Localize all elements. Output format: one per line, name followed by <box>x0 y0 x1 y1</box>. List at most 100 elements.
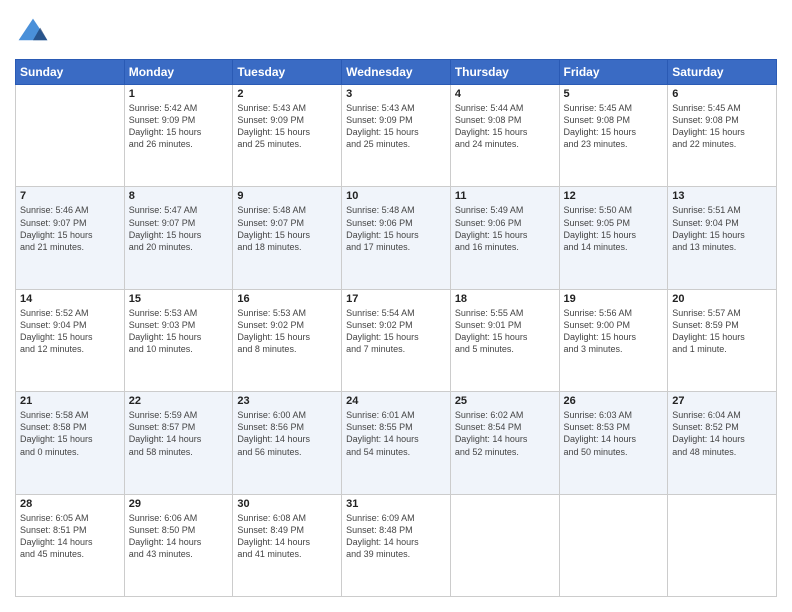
cell-text: Sunrise: 6:09 AM Sunset: 8:48 PM Dayligh… <box>346 512 446 561</box>
day-number: 9 <box>237 190 337 202</box>
day-number: 25 <box>455 395 555 407</box>
cell-text: Sunrise: 5:55 AM Sunset: 9:01 PM Dayligh… <box>455 307 555 356</box>
cell-text: Sunrise: 5:52 AM Sunset: 9:04 PM Dayligh… <box>20 307 120 356</box>
calendar-cell: 3 Sunrise: 5:43 AM Sunset: 9:09 PM Daylig… <box>342 85 451 187</box>
day-number: 30 <box>237 498 337 510</box>
calendar-cell: 27Sunrise: 6:04 AM Sunset: 8:52 PM Dayli… <box>668 392 777 494</box>
header-cell-friday: Friday <box>559 60 668 85</box>
calendar-cell <box>559 494 668 596</box>
day-number: 22 <box>129 395 229 407</box>
day-number: 29 <box>129 498 229 510</box>
day-number: 18 <box>455 293 555 305</box>
header-row: SundayMondayTuesdayWednesdayThursdayFrid… <box>16 60 777 85</box>
calendar-cell: 17 Sunrise: 5:54 AM Sunset: 9:02 PM Dayli… <box>342 289 451 391</box>
calendar-cell: 19 Sunrise: 5:56 AM Sunset: 9:00 PM Dayli… <box>559 289 668 391</box>
day-number: 21 <box>20 395 120 407</box>
calendar-cell: 11 Sunrise: 5:49 AM Sunset: 9:06 PM Dayli… <box>450 187 559 289</box>
header-cell-thursday: Thursday <box>450 60 559 85</box>
calendar-cell: 5 Sunrise: 5:45 AM Sunset: 9:08 PM Daylig… <box>559 85 668 187</box>
cell-text: Sunrise: 5:59 AM Sunset: 8:57 PM Dayligh… <box>129 409 229 458</box>
calendar-cell <box>16 85 125 187</box>
calendar-cell <box>450 494 559 596</box>
calendar-cell: 30 Sunrise: 6:08 AM Sunset: 8:49 PM Dayli… <box>233 494 342 596</box>
day-number: 4 <box>455 88 555 100</box>
calendar-cell <box>668 494 777 596</box>
day-number: 6 <box>672 88 772 100</box>
week-row-2: 14 Sunrise: 5:52 AM Sunset: 9:04 PM Dayli… <box>16 289 777 391</box>
calendar-cell: 4 Sunrise: 5:44 AM Sunset: 9:08 PM Daylig… <box>450 85 559 187</box>
cell-text: Sunrise: 5:46 AM Sunset: 9:07 PM Dayligh… <box>20 204 120 253</box>
week-row-0: 1Sunrise: 5:42 AM Sunset: 9:09 PM Daylig… <box>16 85 777 187</box>
cell-text: Sunrise: 5:54 AM Sunset: 9:02 PM Dayligh… <box>346 307 446 356</box>
day-number: 31 <box>346 498 446 510</box>
day-number: 28 <box>20 498 120 510</box>
cell-text: Sunrise: 5:50 AM Sunset: 9:05 PM Dayligh… <box>564 204 664 253</box>
logo <box>15 15 57 51</box>
day-number: 3 <box>346 88 446 100</box>
day-number: 11 <box>455 190 555 202</box>
calendar-cell: 6 Sunrise: 5:45 AM Sunset: 9:08 PM Daylig… <box>668 85 777 187</box>
calendar-cell: 8 Sunrise: 5:47 AM Sunset: 9:07 PM Daylig… <box>124 187 233 289</box>
day-number: 12 <box>564 190 664 202</box>
calendar-cell: 2 Sunrise: 5:43 AM Sunset: 9:09 PM Daylig… <box>233 85 342 187</box>
cell-text: Sunrise: 5:53 AM Sunset: 9:02 PM Dayligh… <box>237 307 337 356</box>
cell-text: Sunrise: 5:48 AM Sunset: 9:07 PM Dayligh… <box>237 204 337 253</box>
week-row-4: 28 Sunrise: 6:05 AM Sunset: 8:51 PM Dayli… <box>16 494 777 596</box>
day-number: 24 <box>346 395 446 407</box>
cell-text: Sunrise: 6:05 AM Sunset: 8:51 PM Dayligh… <box>20 512 120 561</box>
calendar-cell: 26Sunrise: 6:03 AM Sunset: 8:53 PM Dayli… <box>559 392 668 494</box>
cell-text: Sunrise: 5:53 AM Sunset: 9:03 PM Dayligh… <box>129 307 229 356</box>
calendar-cell: 9 Sunrise: 5:48 AM Sunset: 9:07 PM Daylig… <box>233 187 342 289</box>
day-number: 1 <box>129 88 229 100</box>
calendar-cell: 25 Sunrise: 6:02 AM Sunset: 8:54 PM Dayli… <box>450 392 559 494</box>
day-number: 15 <box>129 293 229 305</box>
calendar-cell: 14 Sunrise: 5:52 AM Sunset: 9:04 PM Dayli… <box>16 289 125 391</box>
calendar-cell: 22 Sunrise: 5:59 AM Sunset: 8:57 PM Dayli… <box>124 392 233 494</box>
day-number: 8 <box>129 190 229 202</box>
calendar-cell: 28 Sunrise: 6:05 AM Sunset: 8:51 PM Dayli… <box>16 494 125 596</box>
day-number: 10 <box>346 190 446 202</box>
cell-text: Sunrise: 5:45 AM Sunset: 9:08 PM Dayligh… <box>564 102 664 151</box>
day-number: 20 <box>672 293 772 305</box>
calendar-header: SundayMondayTuesdayWednesdayThursdayFrid… <box>16 60 777 85</box>
cell-text: Sunrise: 5:43 AM Sunset: 9:09 PM Dayligh… <box>237 102 337 151</box>
calendar-cell: 10 Sunrise: 5:48 AM Sunset: 9:06 PM Dayli… <box>342 187 451 289</box>
calendar-cell: 18 Sunrise: 5:55 AM Sunset: 9:01 PM Dayli… <box>450 289 559 391</box>
cell-text: Sunrise: 6:03 AM Sunset: 8:53 PM Dayligh… <box>564 409 664 458</box>
cell-text: Sunrise: 5:48 AM Sunset: 9:06 PM Dayligh… <box>346 204 446 253</box>
day-number: 23 <box>237 395 337 407</box>
header-cell-monday: Monday <box>124 60 233 85</box>
page: SundayMondayTuesdayWednesdayThursdayFrid… <box>0 0 792 612</box>
week-row-3: 21 Sunrise: 5:58 AM Sunset: 8:58 PM Dayli… <box>16 392 777 494</box>
header-cell-wednesday: Wednesday <box>342 60 451 85</box>
calendar-cell: 29 Sunrise: 6:06 AM Sunset: 8:50 PM Dayli… <box>124 494 233 596</box>
calendar-cell: 24Sunrise: 6:01 AM Sunset: 8:55 PM Dayli… <box>342 392 451 494</box>
calendar-cell: 16Sunrise: 5:53 AM Sunset: 9:02 PM Dayli… <box>233 289 342 391</box>
cell-text: Sunrise: 5:49 AM Sunset: 9:06 PM Dayligh… <box>455 204 555 253</box>
cell-text: Sunrise: 6:04 AM Sunset: 8:52 PM Dayligh… <box>672 409 772 458</box>
cell-text: Sunrise: 6:00 AM Sunset: 8:56 PM Dayligh… <box>237 409 337 458</box>
day-number: 2 <box>237 88 337 100</box>
cell-text: Sunrise: 6:02 AM Sunset: 8:54 PM Dayligh… <box>455 409 555 458</box>
day-number: 14 <box>20 293 120 305</box>
day-number: 19 <box>564 293 664 305</box>
cell-text: Sunrise: 5:43 AM Sunset: 9:09 PM Dayligh… <box>346 102 446 151</box>
day-number: 17 <box>346 293 446 305</box>
calendar-cell: 21 Sunrise: 5:58 AM Sunset: 8:58 PM Dayli… <box>16 392 125 494</box>
day-number: 5 <box>564 88 664 100</box>
cell-text: Sunrise: 5:58 AM Sunset: 8:58 PM Dayligh… <box>20 409 120 458</box>
calendar-cell: 20Sunrise: 5:57 AM Sunset: 8:59 PM Dayli… <box>668 289 777 391</box>
cell-text: Sunrise: 5:44 AM Sunset: 9:08 PM Dayligh… <box>455 102 555 151</box>
header-cell-tuesday: Tuesday <box>233 60 342 85</box>
cell-text: Sunrise: 5:45 AM Sunset: 9:08 PM Dayligh… <box>672 102 772 151</box>
day-number: 13 <box>672 190 772 202</box>
calendar-cell: 12 Sunrise: 5:50 AM Sunset: 9:05 PM Dayli… <box>559 187 668 289</box>
calendar-cell: 7Sunrise: 5:46 AM Sunset: 9:07 PM Daylig… <box>16 187 125 289</box>
cell-text: Sunrise: 6:06 AM Sunset: 8:50 PM Dayligh… <box>129 512 229 561</box>
cell-text: Sunrise: 5:56 AM Sunset: 9:00 PM Dayligh… <box>564 307 664 356</box>
calendar-cell: 15 Sunrise: 5:53 AM Sunset: 9:03 PM Dayli… <box>124 289 233 391</box>
calendar-cell: 13Sunrise: 5:51 AM Sunset: 9:04 PM Dayli… <box>668 187 777 289</box>
cell-text: Sunrise: 6:08 AM Sunset: 8:49 PM Dayligh… <box>237 512 337 561</box>
calendar-body: 1Sunrise: 5:42 AM Sunset: 9:09 PM Daylig… <box>16 85 777 597</box>
cell-text: Sunrise: 5:47 AM Sunset: 9:07 PM Dayligh… <box>129 204 229 253</box>
